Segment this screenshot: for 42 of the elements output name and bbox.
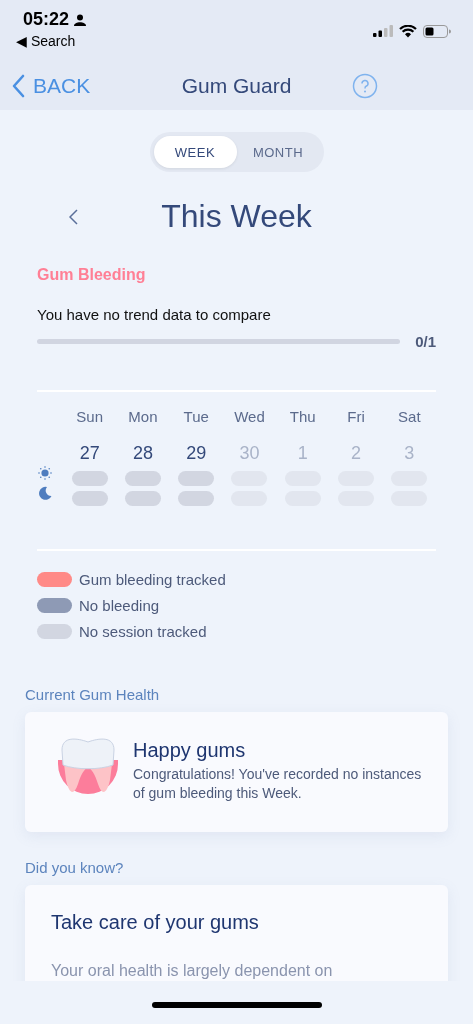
- period-title: This Week: [161, 197, 312, 235]
- status-time: 05:22: [23, 9, 70, 30]
- weekday-label: Fri: [347, 408, 365, 427]
- chevron-left-icon: [69, 209, 78, 225]
- legend-label: No bleeding: [79, 597, 160, 614]
- moon-icon: [38, 486, 52, 500]
- chevron-left-icon: [12, 74, 25, 98]
- period-tab[interactable]: MONTH: [236, 136, 320, 168]
- health-message: Congratulations! You've recorded no instances of gum bleeding this Week.: [133, 765, 423, 803]
- signal-icon: [373, 25, 393, 37]
- weekday-label: Wed: [234, 408, 265, 427]
- date-label: 29: [186, 442, 207, 465]
- date-label: 28: [132, 442, 153, 465]
- wifi-icon: [399, 24, 417, 38]
- section-title: Gum Bleeding: [37, 266, 147, 284]
- weekday-label: Sun: [76, 408, 103, 427]
- date-label: 2: [351, 442, 362, 465]
- trend-message: You have no trend data to compare: [37, 306, 272, 323]
- screen-title: Gum Guard: [180, 74, 293, 98]
- progress-reading: 0/1: [415, 333, 436, 350]
- weekday-label: Sat: [398, 408, 421, 427]
- legend-label: Gum bleeding tracked: [79, 571, 226, 588]
- help-icon: [352, 73, 378, 99]
- date-label: 3: [404, 442, 415, 465]
- previous-period-button[interactable]: [69, 208, 81, 226]
- weekday-label: Tue: [183, 408, 209, 427]
- back-to-app-link[interactable]: ◀ Search: [16, 33, 87, 49]
- section-heading: Did you know?: [25, 859, 125, 876]
- tip-text: Your oral health is largely dependent on: [51, 962, 334, 980]
- period-tab[interactable]: WEEK: [153, 136, 237, 168]
- date-label: 30: [239, 442, 260, 465]
- weekday-label: Mon: [128, 408, 158, 427]
- date-label: 27: [79, 442, 100, 465]
- sun-icon: [38, 466, 52, 480]
- tip-title: Take care of your gums: [51, 911, 260, 934]
- person-icon: [74, 13, 87, 26]
- section-heading: Current Gum Health: [25, 686, 161, 703]
- weekday-label: Thu: [289, 408, 316, 427]
- health-status-title: Happy gums: [133, 739, 247, 762]
- battery-icon: [423, 24, 451, 38]
- legend-label: No session tracked: [79, 623, 207, 640]
- date-label: 1: [297, 442, 308, 465]
